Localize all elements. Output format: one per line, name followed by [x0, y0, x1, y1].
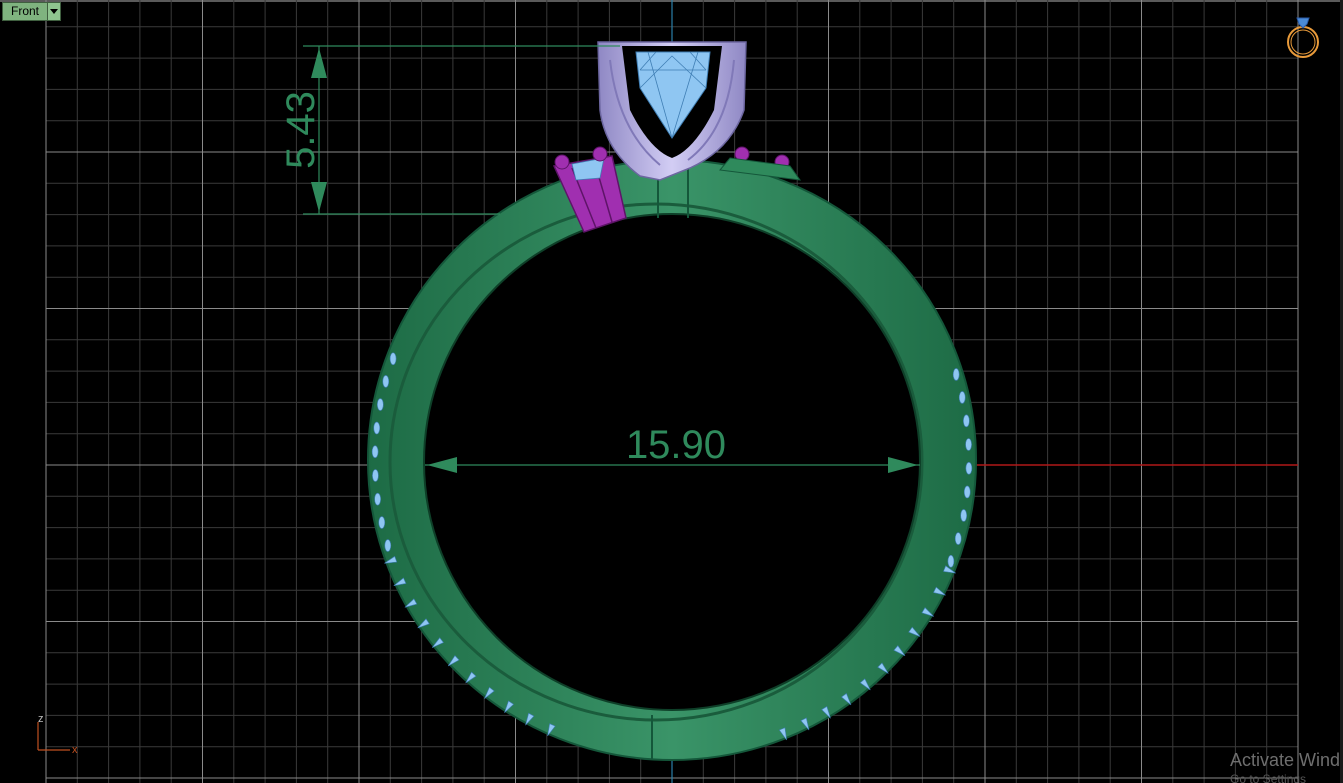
axes-widget-z-label: z: [38, 713, 44, 725]
chevron-down-icon[interactable]: [47, 3, 61, 20]
ring-icon[interactable]: [1287, 17, 1319, 58]
axes-widget-x-label: x: [72, 744, 78, 756]
viewport-title[interactable]: Front: [3, 3, 47, 20]
axes-widget: z x: [37, 713, 78, 756]
viewport-canvas[interactable]: 5.43 15.90 z x: [0, 0, 1343, 783]
dimension-width-label: 15.90: [626, 423, 726, 467]
front-viewport[interactable]: 5.43 15.90 z x Front Activate Wind Go to…: [0, 0, 1343, 783]
center-setting[interactable]: [597, 41, 747, 181]
activate-windows-watermark: Activate Wind: [1230, 750, 1341, 770]
activate-windows-subtext: Go to Settings: [1230, 772, 1307, 783]
dimension-height-label: 5.43: [279, 91, 323, 169]
viewport-title-tab[interactable]: Front: [2, 2, 62, 21]
